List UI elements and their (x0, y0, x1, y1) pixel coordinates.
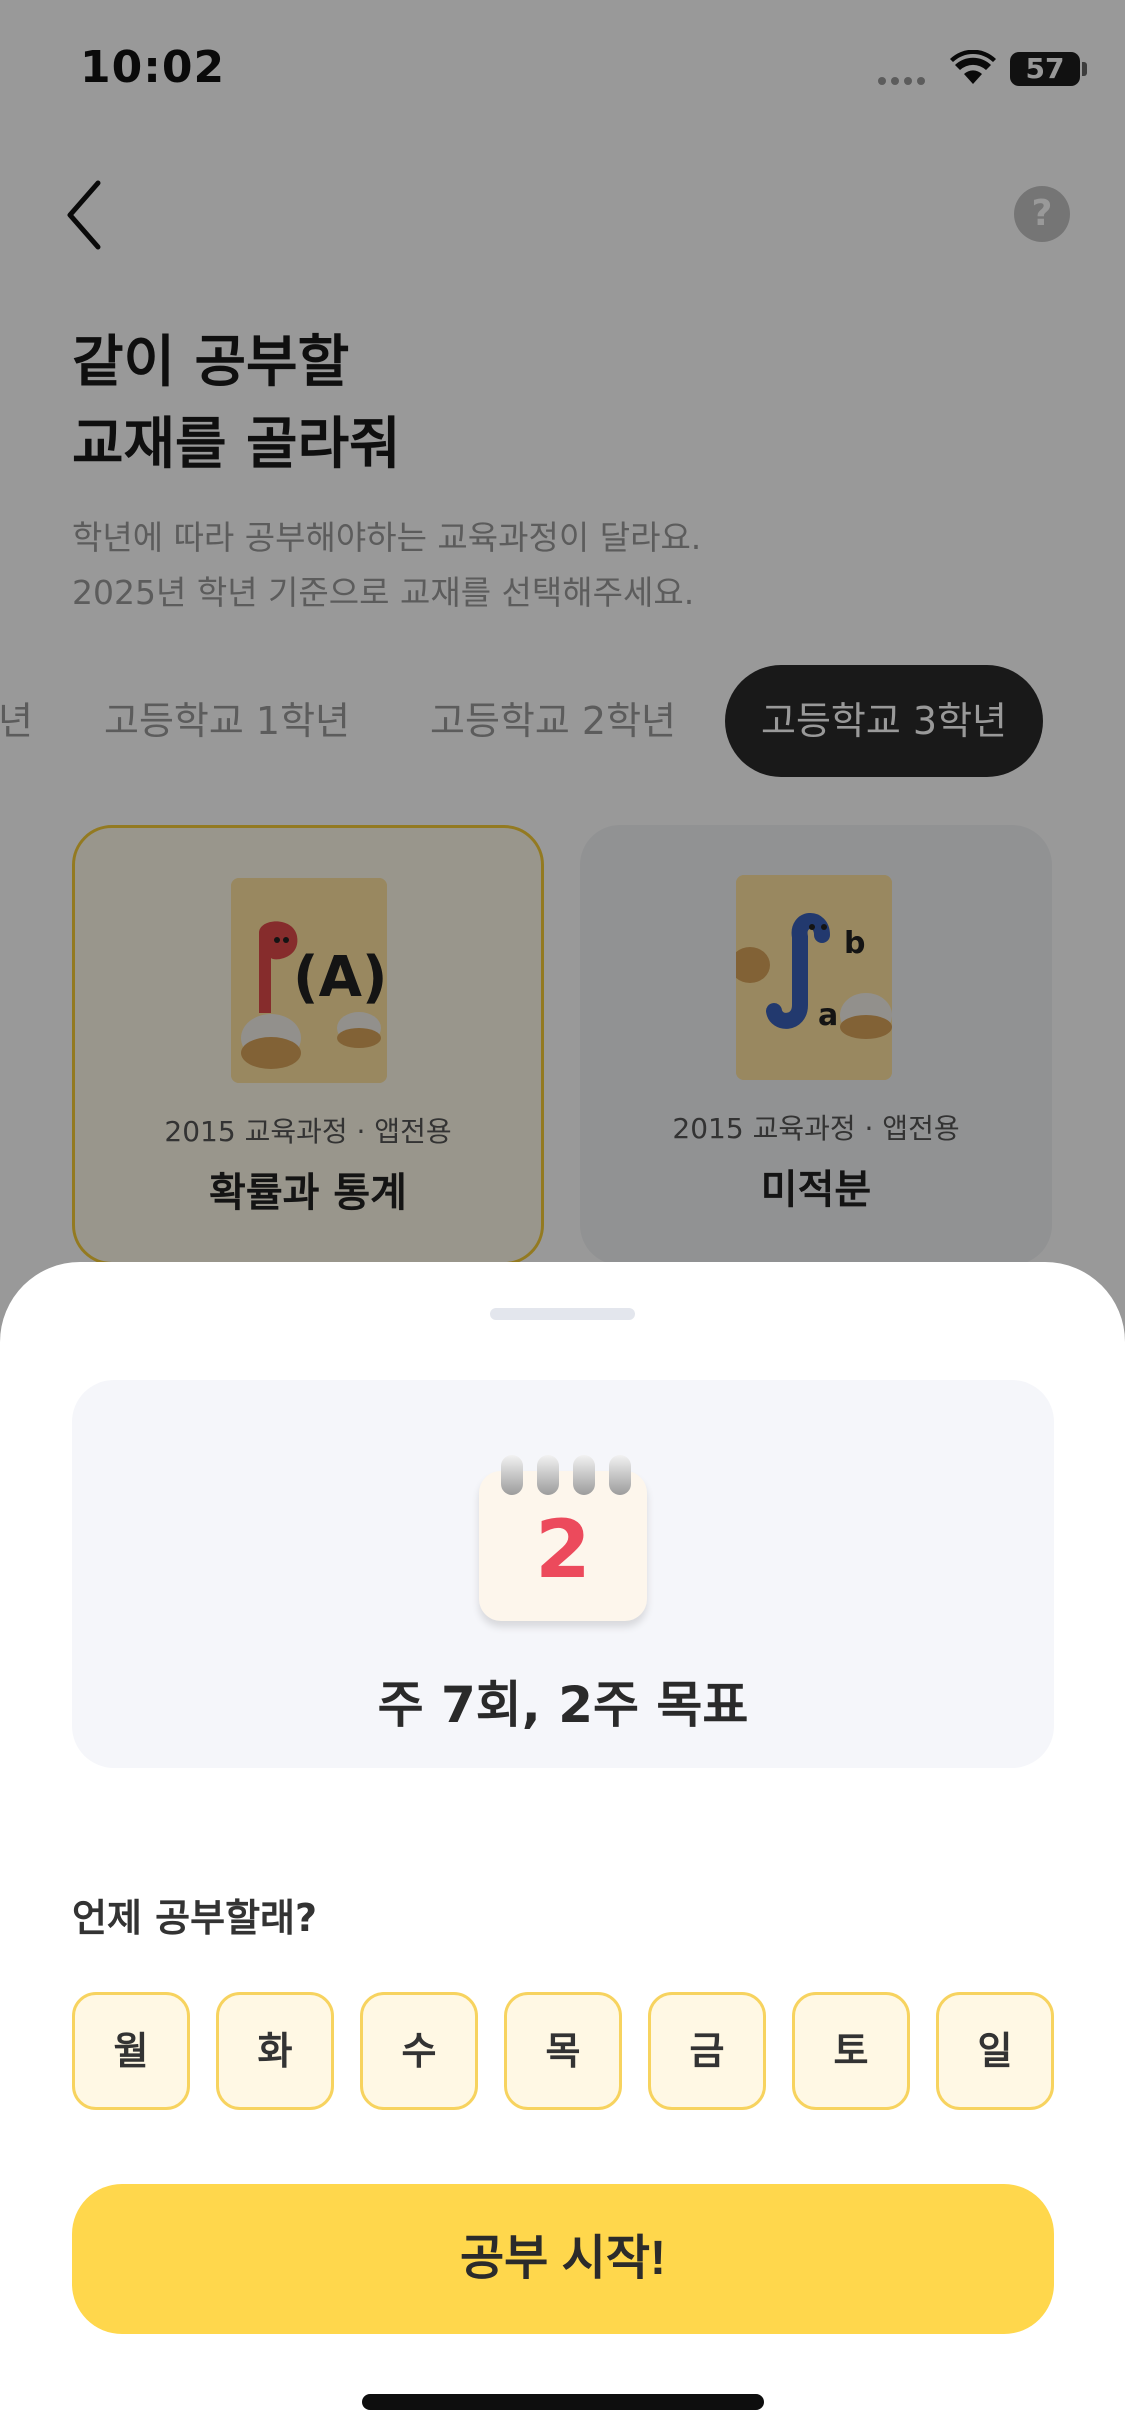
day-chip-tue[interactable]: 화 (216, 1992, 334, 2110)
start-study-button[interactable]: 공부 시작! (72, 2184, 1054, 2334)
day-chip-sun[interactable]: 일 (936, 1992, 1054, 2110)
day-chip-wed[interactable]: 수 (360, 1992, 478, 2110)
calendar-number: 2 (535, 1503, 591, 1596)
calendar-ring (501, 1455, 523, 1495)
day-selector: 월 화 수 목 금 토 일 (72, 1992, 1054, 2112)
days-section-label: 언제 공부할래? (72, 1896, 318, 1940)
day-chip-sat[interactable]: 토 (792, 1992, 910, 2110)
calendar-ring (609, 1455, 631, 1495)
goal-text: 주 7회, 2주 목표 (377, 1676, 749, 1734)
calendar-ring (537, 1455, 559, 1495)
study-schedule-sheet: 2 주 7회, 2주 목표 언제 공부할래? 월 화 수 목 금 토 일 공부 … (0, 1262, 1125, 2436)
sheet-drag-handle[interactable] (490, 1308, 635, 1320)
day-chip-fri[interactable]: 금 (648, 1992, 766, 2110)
home-indicator (362, 2394, 764, 2410)
goal-summary-card: 2 주 7회, 2주 목표 (72, 1380, 1054, 1768)
day-chip-mon[interactable]: 월 (72, 1992, 190, 2110)
calendar-icon: 2 (475, 1445, 651, 1625)
calendar-ring (573, 1455, 595, 1495)
day-chip-thu[interactable]: 목 (504, 1992, 622, 2110)
